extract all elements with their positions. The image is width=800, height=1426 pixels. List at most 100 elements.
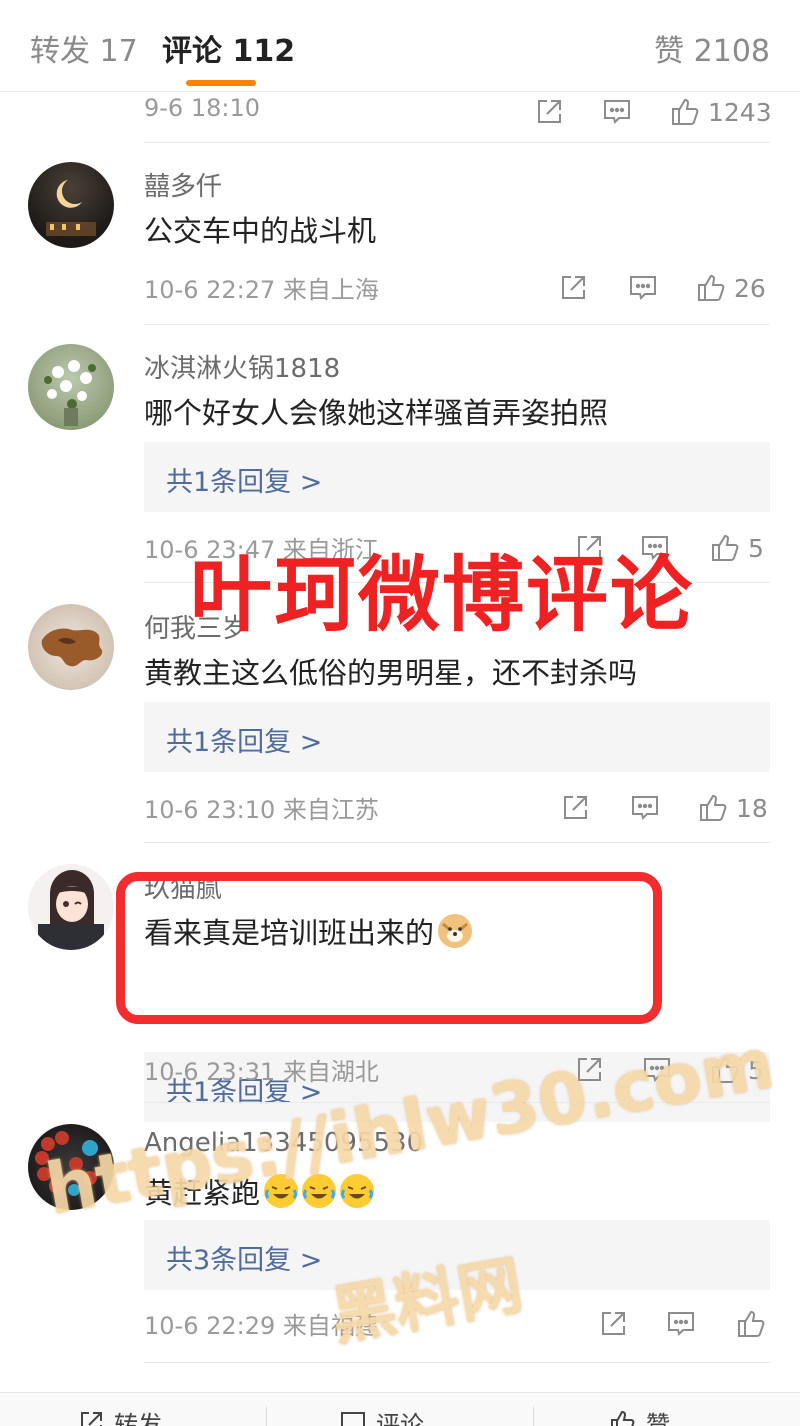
divider [144, 324, 770, 325]
comment-text-body: 黄赶紧跑 [144, 1176, 261, 1210]
like-post-button[interactable]: 赞 [610, 1405, 670, 1426]
reply-button[interactable] [666, 1304, 696, 1344]
comment-tab-bar: 转发 17 评论 112 赞 2108 [0, 0, 800, 92]
comment-meta-row: 10-6 23:47 来自浙江 5 [144, 528, 770, 568]
comment-icon [630, 276, 656, 300]
doge-emoji-icon [438, 914, 473, 948]
reply-button[interactable] [640, 528, 670, 568]
divider [144, 1102, 770, 1103]
comment-icon [341, 1411, 365, 1426]
comment-icon [668, 1312, 694, 1336]
share-icon [578, 536, 601, 559]
share-button[interactable] [574, 528, 604, 568]
tab-repost[interactable]: 转发 17 [30, 26, 138, 70]
reply-button[interactable] [642, 1050, 672, 1090]
divider [144, 1362, 770, 1363]
thumbs-up-icon [672, 98, 699, 125]
thumbs-up-icon [738, 1310, 765, 1337]
view-replies-label: 共1条回复 > [166, 727, 323, 758]
thumbs-up-icon [712, 534, 739, 561]
repost-button[interactable]: 转发 [78, 1405, 162, 1426]
avatar[interactable] [28, 344, 114, 430]
view-replies-button[interactable]: 共1条回复 > [144, 442, 770, 512]
reply-button[interactable] [602, 92, 632, 132]
comment-text: 黄教主这么低俗的男明星，还不封杀吗 [144, 656, 638, 690]
thumbs-up-icon [712, 1056, 739, 1083]
reply-button[interactable] [630, 788, 660, 828]
comment-time: 9-6 18:10 [144, 94, 260, 122]
comment-meta-row: 10-6 23:10 来自江苏 18 [144, 788, 770, 828]
tab-comments[interactable]: 评论 112 [162, 26, 295, 70]
like-count: 26 [734, 273, 766, 303]
thumbs-up-icon [700, 794, 727, 821]
like-button[interactable]: 5 [710, 528, 764, 568]
bead-bracelet-icon [35, 1131, 98, 1196]
comment-text: 哪个好女人会像她这样骚首弄姿拍照 [144, 396, 609, 430]
share-button[interactable] [574, 1050, 604, 1090]
view-replies-button[interactable]: 共3条回复 > [144, 1220, 770, 1290]
comment-time-location: 10-6 23:31 来自湖北 [144, 1058, 379, 1086]
comment-time-location: 10-6 22:29 来自福建 [144, 1312, 379, 1340]
divider [144, 142, 770, 143]
comment-button[interactable]: 评论 [340, 1405, 424, 1426]
share-icon [602, 1312, 625, 1335]
view-replies-label: 共3条回复 > [166, 1245, 323, 1276]
username[interactable]: 囍多仟 [144, 166, 222, 203]
comment-text: 公交车中的战斗机 [144, 214, 377, 248]
like-count: 1243 [708, 97, 772, 127]
comment-icon [632, 796, 658, 820]
share-button[interactable] [560, 788, 590, 828]
username[interactable]: 何我三岁 [144, 608, 248, 645]
avatar[interactable] [28, 604, 114, 690]
like-count: 5 [748, 533, 764, 563]
reply-button[interactable] [628, 268, 658, 308]
comment-text: 黄赶紧跑 [144, 1170, 375, 1212]
like-button[interactable] [736, 1304, 774, 1344]
moon-icon [46, 180, 96, 236]
like-count: 18 [736, 793, 768, 823]
like-button[interactable]: 26 [696, 268, 766, 308]
username[interactable]: 玖猫腻 [144, 868, 222, 905]
bottom-action-bar: 转发 评论 赞 [0, 1392, 800, 1426]
share-button[interactable] [598, 1304, 628, 1344]
comment-feed[interactable]: 9-6 18:10 1243 囍多仟 公交车中的战斗机 10-6 22:27 来… [0, 92, 800, 1392]
view-replies-label: 共1条回复 > [166, 467, 323, 498]
avatar[interactable] [28, 162, 114, 248]
comment-meta-row: 9-6 18:10 1243 [144, 92, 772, 132]
map-icon [41, 628, 103, 667]
like-button[interactable]: 5 [710, 1050, 764, 1090]
thumbs-up-icon [611, 1410, 635, 1426]
comment-time-location: 10-6 22:27 来自上海 [144, 276, 379, 304]
avatar[interactable] [28, 1124, 114, 1210]
share-icon [564, 796, 587, 819]
username[interactable]: Angelia13345095530 [144, 1128, 423, 1158]
comment-item: 何我三岁 黄教主这么低俗的男明星，还不封杀吗 共1条回复 > 10-6 23:1… [0, 604, 800, 834]
like-button[interactable]: 18 [698, 788, 768, 828]
laughing-crying-emoji-icon [302, 1174, 337, 1208]
divider [533, 1407, 534, 1426]
active-tab-indicator [186, 80, 256, 86]
divider [266, 1407, 267, 1426]
share-icon [562, 276, 585, 299]
share-icon [578, 1058, 601, 1081]
like-count: 5 [748, 1055, 764, 1085]
anime-girl-icon [38, 870, 104, 950]
comment-time-location: 10-6 23:10 来自江苏 [144, 796, 379, 824]
tab-likes[interactable]: 赞 2108 [654, 26, 770, 70]
flower-icon [28, 344, 114, 430]
comment-icon [642, 536, 668, 560]
comment-item: Angelia13345095530 黄赶紧跑 共3条回复 > 10-6 22:… [0, 1124, 800, 1364]
repost-label: 转发 [114, 1411, 162, 1426]
comment-meta-row: 10-6 23:31 来自湖北 5 [144, 1050, 770, 1090]
view-replies-button[interactable]: 共1条回复 > [144, 702, 770, 772]
comment-item: 囍多仟 公交车中的战斗机 10-6 22:27 来自上海 26 [0, 162, 800, 322]
laughing-crying-emoji-icon [264, 1174, 299, 1208]
comment-icon [604, 100, 630, 124]
avatar[interactable] [28, 864, 114, 950]
share-button[interactable] [558, 268, 588, 308]
divider [144, 582, 770, 583]
username[interactable]: 冰淇淋火锅1818 [144, 348, 340, 385]
share-button[interactable] [534, 92, 564, 132]
like-label: 赞 [646, 1411, 670, 1426]
like-button[interactable]: 1243 [670, 92, 772, 132]
